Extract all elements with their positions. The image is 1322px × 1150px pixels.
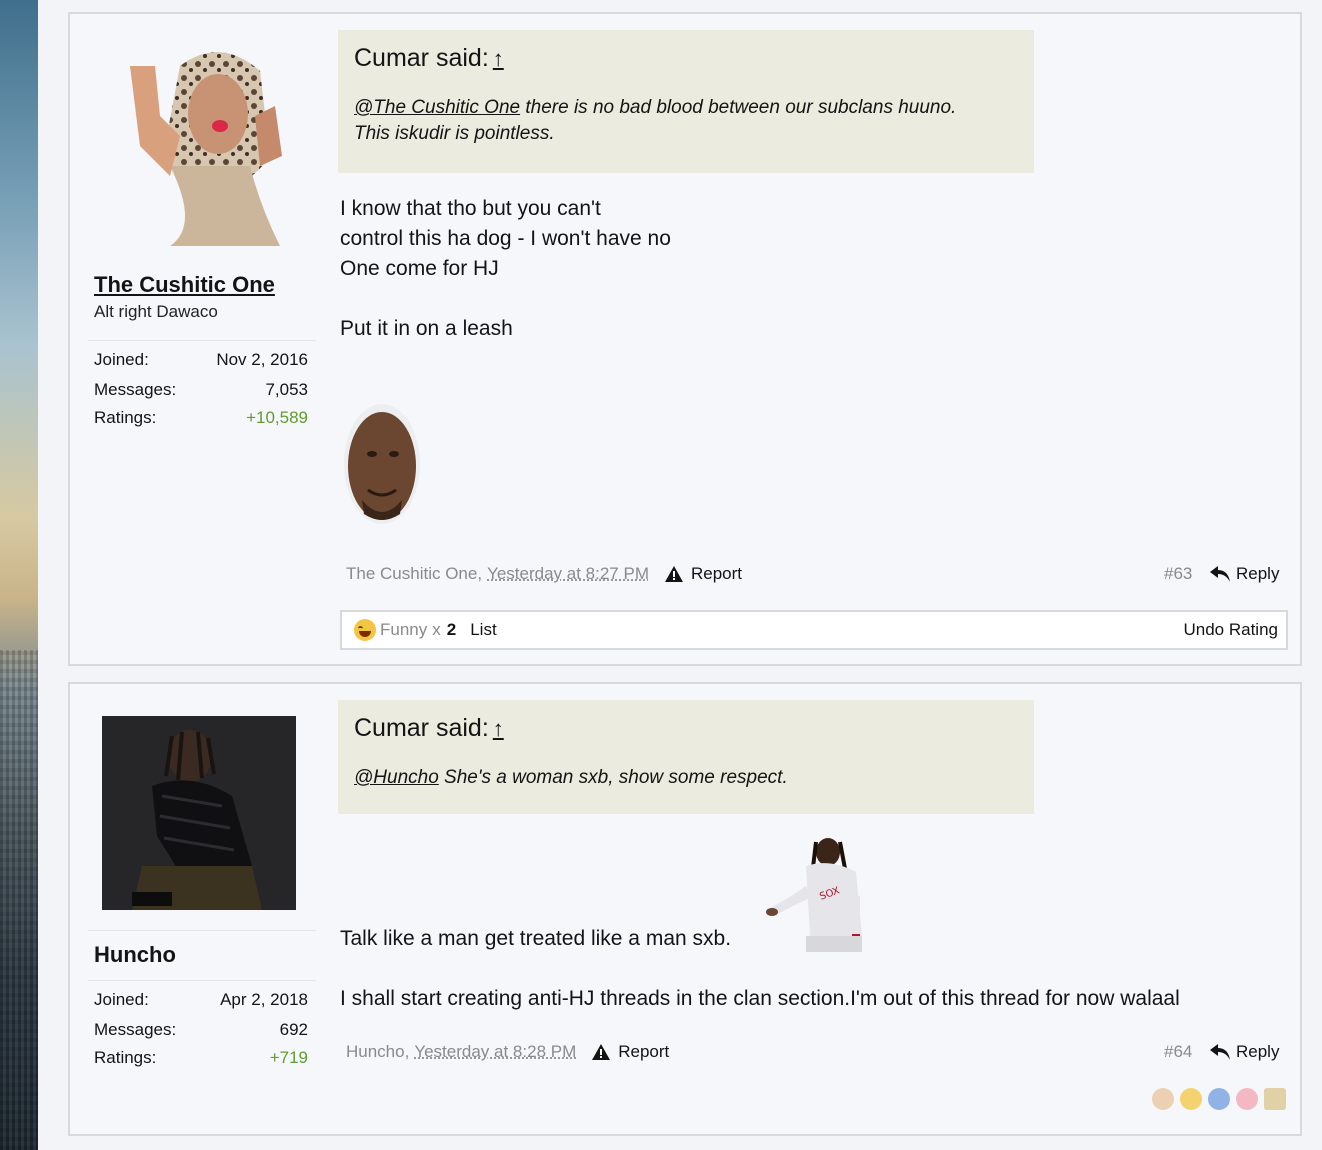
quote-text-line2: This iskudir is pointless. [354, 123, 555, 144]
quote-author: Cumar said: [354, 714, 489, 742]
quote-block: Cumar said: ↑ @Huncho She's a woman sxb, … [338, 700, 1034, 814]
stat-messages: Messages: 7,053 [94, 380, 308, 400]
stat-value[interactable]: 692 [280, 1020, 308, 1040]
avatar[interactable] [110, 46, 290, 246]
quote-text: @Huncho She's a woman sxb, show some res… [354, 765, 1018, 791]
reply-label: Reply [1236, 1042, 1280, 1061]
post-meta: Huncho, Yesterday at 8:28 PM Report [346, 1042, 669, 1062]
divider [88, 340, 316, 341]
stat-value: +10,589 [246, 408, 308, 427]
rating-label: Funny [380, 620, 428, 639]
message-line: One come for HJ [340, 257, 499, 280]
like-icon[interactable] [1152, 1088, 1174, 1110]
reply-button[interactable]: Reply [1210, 564, 1279, 584]
post-author-link[interactable]: The Cushitic One, [346, 564, 482, 584]
quote-header: Cumar said: ↑ [354, 714, 1018, 743]
stat-label: Joined: [94, 990, 149, 1009]
divider [88, 980, 316, 981]
rating-list-link[interactable]: List [470, 620, 496, 640]
stat-label: Ratings: [94, 408, 157, 427]
message-line: control this ha dog - I won't have no [340, 227, 671, 250]
post-64: Huncho Joined: Apr 2, 2018 Messages: 692… [68, 682, 1302, 1136]
report-label: Report [618, 1042, 670, 1061]
post-number[interactable]: #64 [1164, 1042, 1192, 1062]
message-line: I shall start creating anti-HJ threads i… [340, 987, 1180, 1010]
post-number[interactable]: #63 [1164, 564, 1192, 584]
avatar[interactable] [102, 716, 296, 910]
jump-to-quote-icon[interactable]: ↑ [493, 716, 504, 741]
warning-icon [592, 1044, 611, 1060]
informative-icon[interactable] [1208, 1088, 1230, 1110]
quote-author: Cumar said: [354, 44, 489, 72]
message-line: I know that tho but you can't [340, 197, 601, 220]
reply-icon [1210, 1044, 1230, 1060]
post-author-link[interactable]: Huncho, [346, 1042, 409, 1062]
heart-icon[interactable] [1236, 1088, 1258, 1110]
post-meta: The Cushitic One, Yesterday at 8:27 PM R… [346, 564, 742, 584]
stat-messages: Messages: 692 [94, 1020, 308, 1040]
username[interactable]: The Cushitic One [94, 272, 275, 298]
quote-text: @The Cushitic One there is no bad blood … [354, 95, 1018, 147]
post-timestamp[interactable]: Yesterday at 8:27 PM [487, 564, 649, 584]
reply-icon [1210, 566, 1230, 582]
reply-button[interactable]: Reply [1210, 1042, 1279, 1062]
stat-label: Joined: [94, 350, 149, 369]
post-timestamp[interactable]: Yesterday at 8:28 PM [414, 1042, 576, 1062]
reply-label: Reply [1236, 564, 1280, 583]
report-button[interactable]: Report [592, 1042, 669, 1062]
funny-icon [354, 619, 376, 641]
user-title: Alt right Dawaco [94, 302, 218, 321]
background-cityscape [0, 0, 38, 1150]
user-mention[interactable]: @The Cushitic One [354, 97, 520, 118]
rating-count: 2 [446, 620, 457, 639]
user-mention[interactable]: @Huncho [354, 767, 439, 788]
rating-multiplier: x [432, 620, 441, 639]
stat-label: Ratings: [94, 1048, 157, 1067]
stat-label: Messages: [94, 1020, 177, 1039]
message-body: Talk like a man get treated like a man s… [340, 924, 1180, 1014]
stat-label: Messages: [94, 380, 177, 399]
quote-text-line1: there is no bad blood between our subcla… [520, 97, 957, 118]
report-label: Report [690, 564, 743, 583]
post-63: The Cushitic One Alt right Dawaco Joined… [68, 12, 1302, 666]
stat-ratings: Ratings: +719 [94, 1048, 308, 1068]
warning-icon [664, 566, 683, 582]
rating-bar: Funny x 2 List Undo Rating [340, 610, 1288, 650]
stat-joined: Joined: Nov 2, 2016 [94, 350, 308, 370]
undo-rating-link[interactable]: Undo Rating [1183, 620, 1278, 640]
message-line: Talk like a man get treated like a man s… [340, 927, 732, 950]
quote-text-line: She's a woman sxb, show some respect. [438, 767, 788, 788]
message-body: I know that tho but you can't control th… [340, 194, 671, 344]
jump-to-quote-icon[interactable]: ↑ [493, 46, 504, 71]
stat-value: +719 [269, 1048, 308, 1067]
funny-icon[interactable] [1180, 1088, 1202, 1110]
brush-icon[interactable] [1264, 1088, 1286, 1110]
stat-value: Apr 2, 2018 [220, 990, 308, 1009]
stat-joined: Joined: Apr 2, 2018 [94, 990, 308, 1010]
quote-header: Cumar said: ↑ [354, 44, 1018, 73]
quote-block: Cumar said: ↑ @The Cushitic One there is … [338, 30, 1034, 173]
message-image [342, 404, 422, 532]
stat-value: Nov 2, 2016 [216, 350, 308, 369]
username[interactable]: Huncho [94, 942, 176, 968]
divider [88, 930, 316, 931]
stat-value[interactable]: 7,053 [265, 380, 308, 400]
stat-ratings: Ratings: +10,589 [94, 408, 308, 428]
report-button[interactable]: Report [664, 564, 743, 584]
rating-options [1152, 1088, 1286, 1110]
message-line: Put it in on a leash [340, 317, 513, 340]
